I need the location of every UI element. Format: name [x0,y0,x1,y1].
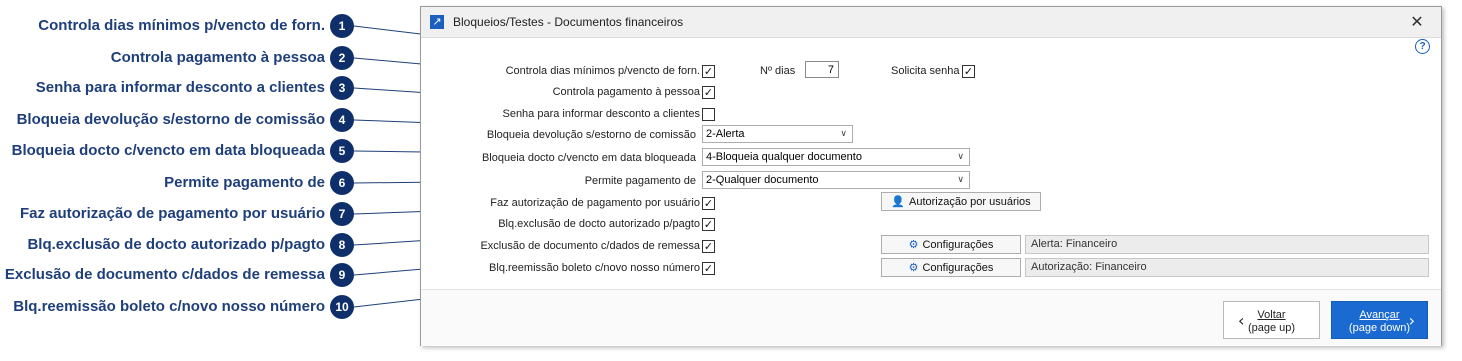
callout-label-2: Controla pagamento à pessoa [110,49,325,66]
dias-minimos-checkbox[interactable]: ✓ [702,65,715,78]
dialog-window: ↗ Bloqueios/Testes - Documentos financei… [420,6,1442,346]
senha-desconto-checkbox[interactable] [702,108,715,121]
bloqueia-devolucao-label: Bloqueia devolução s/estorno de comissão [486,129,696,141]
configuracoes-button-1[interactable]: ⚙ Configurações [881,235,1021,254]
blq-reemissao-checkbox[interactable]: ✓ [702,262,715,275]
callout-label-6: Permite pagamento de [164,174,325,191]
callout-badge-10: 10 [330,295,354,319]
callout-badge-8: 8 [330,233,354,257]
senha-desconto-label: Senha para informar desconto a clientes [502,108,700,120]
solicita-senha-checkbox[interactable]: ✓ [962,65,975,78]
close-icon[interactable]: ✕ [1407,12,1427,32]
solicita-senha-label: Solicita senha [891,65,960,77]
voltar-shortcut: (page up) [1247,322,1296,334]
callout-label-8: Blq.exclusão de docto autorizado p/pagto [27,236,325,253]
voltar-button[interactable]: ‹ Voltar (page up) [1223,301,1320,339]
chevron-down-icon: ∨ [840,129,847,139]
faz-autorizacao-label: Faz autorização de pagamento por usuário [490,197,700,209]
permite-pagamento-value: 2-Qualquer documento [706,174,819,186]
dias-minimos-label: Controla dias mínimos p/vencto de forn. [505,65,700,77]
user-check-icon: 👤 [891,195,905,208]
configuracoes-button-2[interactable]: ⚙ Configurações [881,258,1021,277]
callout-badge-4: 4 [330,108,354,132]
callout-badge-2: 2 [330,46,354,70]
callout-badge-3: 3 [330,76,354,100]
n-dias-input[interactable]: 7 [805,61,839,78]
callout-badge-9: 9 [330,263,354,287]
chevron-down-icon: ∨ [957,152,964,162]
gear-icon: ⚙ [908,238,919,251]
voltar-label: Voltar [1257,309,1286,321]
callout-label-4: Bloqueia devolução s/estorno de comissão [16,111,325,128]
exclusao-remessa-label: Exclusão de documento c/dados de remessa [480,240,700,252]
permite-pagamento-label: Permite pagamento de [584,175,696,187]
callout-label-1: Controla dias mínimos p/vencto de forn. [38,17,325,34]
callout-label-9: Exclusão de documento c/dados de remessa [4,266,325,283]
callout-badge-5: 5 [330,139,354,163]
permite-pagamento-select[interactable]: 2-Qualquer documento ∨ [702,171,970,189]
bloqueia-docto-select[interactable]: 4-Bloqueia qualquer documento ∨ [702,148,970,166]
title-bar: ↗ Bloqueios/Testes - Documentos financei… [421,7,1441,38]
help-icon[interactable]: ? [1415,39,1430,54]
n-dias-label: Nº dias [760,65,796,77]
callout-label-5: Bloqueia docto c/vencto em data bloquead… [11,142,325,159]
autorizacao-usuarios-label: Autorização por usuários [909,196,1031,208]
bloqueia-devolucao-select[interactable]: 2-Alerta ∨ [702,125,853,143]
configuracoes-label-2: Configurações [922,262,994,274]
callout-badge-7: 7 [330,202,354,226]
configuracao-alerta-field: Alerta: Financeiro [1025,235,1429,254]
callout-badge-6: 6 [330,171,354,195]
chevron-right-icon: › [1408,311,1415,330]
dialog-footer: ‹ Voltar (page up) Avançar (page down) › [421,289,1441,346]
autorizacao-usuarios-button[interactable]: 👤 Autorização por usuários [881,192,1041,211]
callout-badge-1: 1 [330,14,354,38]
bloqueia-docto-label: Bloqueia docto c/vencto em data bloquead… [481,152,696,164]
configuracao-autorizacao-field: Autorização: Financeiro [1025,258,1429,277]
window-title: Bloqueios/Testes - Documentos financeiro… [453,15,684,29]
blq-reemissao-label: Blq.reemissão boleto c/novo nosso número [489,262,700,274]
avancar-button[interactable]: Avançar (page down) › [1331,301,1428,339]
arrow-icon: ↗ [430,15,444,29]
pagamento-pessoa-label: Controla pagamento à pessoa [552,86,700,98]
gear-icon: ⚙ [908,261,919,274]
blq-exclusao-checkbox[interactable]: ✓ [702,218,715,231]
pagamento-pessoa-checkbox[interactable]: ✓ [702,86,715,99]
faz-autorizacao-checkbox[interactable]: ✓ [702,197,715,210]
configuracoes-label-1: Configurações [922,239,994,251]
blq-exclusao-label: Blq.exclusão de docto autorizado p/pagto [498,218,700,230]
chevron-down-icon: ∨ [957,175,964,185]
callout-label-10: Blq.reemissão boleto c/novo nosso número [13,298,325,315]
callout-label-3: Senha para informar desconto a clientes [35,79,325,96]
exclusao-remessa-checkbox[interactable]: ✓ [702,240,715,253]
callout-label-7: Faz autorização de pagamento por usuário [19,205,325,222]
bloqueia-devolucao-value: 2-Alerta [706,128,745,140]
bloqueia-docto-value: 4-Bloqueia qualquer documento [706,151,862,163]
